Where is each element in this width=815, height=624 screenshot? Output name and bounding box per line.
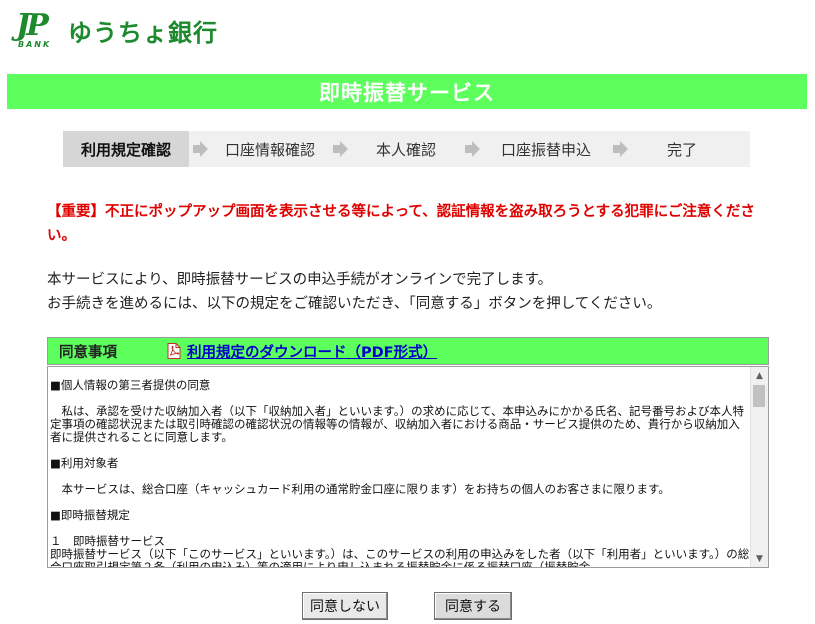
step-identity-confirm: 本人確認	[351, 131, 461, 167]
intro-line: お手続きを進めるには、以下の規定をご確認いただき、「同意する」ボタンを押してくだ…	[47, 296, 662, 312]
decline-button[interactable]: 同意しない	[302, 592, 388, 620]
terms-content: ■個人情報の第三者提供の同意 私は、承認を受けた収納加入者（以下「収納加入者」と…	[48, 367, 752, 568]
step-arrow-icon	[609, 131, 631, 167]
step-account-info-confirm: 口座情報確認	[211, 131, 329, 167]
agreement-heading: 同意事項	[59, 344, 117, 361]
scroll-down-icon[interactable]: ▼	[751, 550, 768, 567]
logo-sub-text: BANK	[18, 40, 52, 49]
intro-line: 本サービスにより、即時振替サービスの申込手続がオンラインで完了します。	[47, 272, 553, 288]
logo-mark-text: JP	[16, 8, 49, 43]
step-arrow-icon	[329, 131, 351, 167]
pdf-icon	[167, 343, 181, 359]
scroll-thumb[interactable]	[753, 385, 765, 407]
terms-paragraph: 私は、承認を受けた収納加入者（以下「収納加入者」といいます。）の求めに応じて、本…	[50, 404, 745, 444]
agree-button[interactable]: 同意する	[434, 592, 512, 620]
step-label: 利用規定確認	[80, 140, 171, 159]
step-terms-confirm: 利用規定確認	[63, 131, 189, 167]
step-label: 完了	[666, 140, 697, 159]
step-complete: 完了	[631, 131, 733, 167]
agreement-header: 同意事項 利用規定のダウンロード（PDF形式）	[47, 337, 769, 365]
step-arrow-icon	[189, 131, 211, 167]
terms-paragraph: ■即時振替規定	[50, 508, 130, 522]
jp-bank-logo-mark: JP BANK	[16, 8, 62, 50]
terms-paragraph: 本サービスは、総合口座（キャッシュカード利用の通常貯金口座に限ります）をお持ちの…	[50, 482, 670, 496]
terms-pdf-download-link[interactable]: 利用規定のダウンロード（PDF形式）	[187, 341, 437, 362]
step-label: 本人確認	[375, 140, 436, 159]
page-title: 即時振替サービス	[319, 80, 495, 105]
scroll-up-icon[interactable]: ▲	[751, 367, 768, 384]
bank-logo: JP BANK ゆうちょ銀行	[16, 10, 218, 50]
terms-paragraph: ■利用対象者	[50, 456, 119, 470]
terms-paragraph: 即時振替サービス（以下「このサービス」といいます。）は、このサービスの利用の申込…	[50, 547, 750, 568]
terms-paragraph: ■個人情報の第三者提供の同意	[50, 378, 211, 392]
terms-paragraph	[48, 444, 752, 457]
terms-textarea[interactable]: ■個人情報の第三者提供の同意 私は、承認を受けた収納加入者（以下「収納加入者」と…	[47, 366, 769, 568]
terms-paragraph	[48, 496, 752, 509]
terms-scrollbar[interactable]: ▲ ▼	[750, 367, 768, 567]
intro-text: 本サービスにより、即時振替サービスの申込手続がオンラインで完了します。 お手続き…	[47, 268, 787, 316]
bank-name: ゆうちょ銀行	[68, 18, 218, 47]
step-transfer-apply: 口座振替申込	[483, 131, 609, 167]
step-label: 口座振替申込	[500, 140, 591, 159]
security-warning: 【重要】不正にポップアップ画面を表示させる等によって、認証情報を盗み取ろうとする…	[47, 204, 755, 244]
step-arrow-icon	[461, 131, 483, 167]
page-title-bar: 即時振替サービス	[7, 74, 807, 109]
step-progress: 利用規定確認 口座情報確認 本人確認 口座振替申込 完了	[63, 131, 750, 167]
step-label: 口座情報確認	[224, 140, 315, 159]
